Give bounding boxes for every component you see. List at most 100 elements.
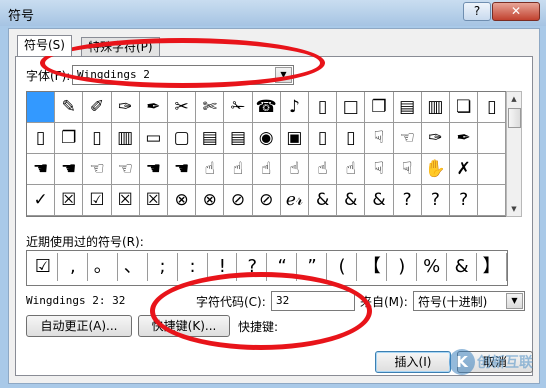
- scroll-down-icon[interactable]: ▼: [507, 202, 521, 216]
- symbol-cell[interactable]: ?: [421, 185, 450, 216]
- recent-symbol[interactable]: 【: [358, 253, 387, 281]
- symbol-cell[interactable]: ℯ𝓇: [280, 185, 309, 216]
- symbol-cell[interactable]: ☝: [337, 154, 366, 185]
- symbol-cell[interactable]: ☝: [309, 154, 338, 185]
- symbol-cell[interactable]: ☝: [252, 154, 281, 185]
- title-bar: 符号 ? ✕: [0, 0, 546, 26]
- symbol-cell[interactable]: ?: [393, 185, 422, 216]
- symbol-cell[interactable]: ▯: [309, 123, 338, 154]
- scroll-thumb[interactable]: [508, 108, 521, 128]
- recent-symbol[interactable]: &: [448, 253, 477, 281]
- symbol-cell[interactable]: ?: [450, 185, 479, 216]
- symbol-cell[interactable]: [478, 123, 507, 154]
- close-button[interactable]: ✕: [492, 2, 540, 21]
- symbol-cell[interactable]: ✗: [450, 154, 479, 185]
- annotation-ellipse-font: [40, 38, 325, 88]
- symbol-cell[interactable]: ❐: [55, 123, 84, 154]
- symbol-cell[interactable]: ❐: [365, 92, 394, 123]
- symbol-cell[interactable]: ☚: [139, 154, 168, 185]
- symbol-grid: ✎ ✐ ✑ ✒ ✂ ✄ ✁ ☎ ♪ ▯ □ ❐ ▤ ▥ ❏ ▯ ▯ ❐ ▯ ▥ ▭ ▢ ▤ ▤ ◉ ▣ ▯ ▯ ☟ ☜ ✑ ✒ ☚ ☚ ☜ ☜ ☚ ☚ ☝ ☝…: [26, 91, 508, 217]
- symbol-cell[interactable]: ✑: [421, 123, 450, 154]
- symbol-cell[interactable]: ☚: [27, 154, 56, 185]
- symbol-cell[interactable]: ☑: [83, 185, 112, 216]
- window-title: 符号: [8, 9, 35, 24]
- symbol-cell[interactable]: ⊘: [224, 185, 253, 216]
- symbol-cell[interactable]: ☜: [83, 154, 112, 185]
- watermark-logo: K 创新互联: [449, 345, 545, 381]
- symbol-cell[interactable]: ☝: [280, 154, 309, 185]
- recent-symbol[interactable]: 、: [119, 253, 148, 281]
- symbol-cell[interactable]: ♪: [280, 92, 309, 123]
- symbol-cell[interactable]: ✐: [83, 92, 112, 123]
- symbol-cell[interactable]: ▢: [168, 123, 197, 154]
- symbol-cell[interactable]: ☟: [365, 123, 394, 154]
- symbol-cell[interactable]: ✒: [450, 123, 479, 154]
- from-select[interactable]: 符号(十进制) ▼: [413, 291, 525, 311]
- symbol-cell[interactable]: ▯: [83, 123, 112, 154]
- from-select-value: 符号(十进制): [418, 295, 488, 309]
- symbol-dialog: 符号 ? ✕ 符号(S) 特殊字符(P) 字体(F): Wingdings 2 …: [0, 0, 546, 388]
- recent-symbol[interactable]: %: [418, 253, 447, 281]
- recent-symbol[interactable]: ): [388, 253, 417, 281]
- recent-symbol[interactable]: 】: [478, 253, 507, 281]
- symbol-cell[interactable]: ❏: [450, 92, 479, 123]
- character-name: Wingdings 2: 32: [26, 294, 126, 307]
- symbol-cell[interactable]: ✑: [111, 92, 140, 123]
- symbol-cell[interactable]: ☚: [168, 154, 197, 185]
- symbol-cell[interactable]: ⊗: [168, 185, 197, 216]
- symbol-cell[interactable]: ◉: [252, 123, 281, 154]
- symbol-cell[interactable]: [478, 154, 507, 185]
- symbol-cell[interactable]: ✎: [55, 92, 84, 123]
- recent-symbol[interactable]: 。: [89, 253, 118, 281]
- symbol-cell[interactable]: &: [337, 185, 366, 216]
- recent-symbol[interactable]: ;: [149, 253, 178, 281]
- symbol-cell[interactable]: ▭: [139, 123, 168, 154]
- symbol-cell[interactable]: ✋: [421, 154, 450, 185]
- symbol-cell[interactable]: &: [309, 185, 338, 216]
- symbol-cell[interactable]: ☜: [111, 154, 140, 185]
- symbol-cell[interactable]: [27, 92, 56, 123]
- symbol-cell[interactable]: ☜: [393, 123, 422, 154]
- symbol-cell[interactable]: ▯: [27, 123, 56, 154]
- watermark-text: 创新互联: [477, 355, 533, 371]
- symbol-cell[interactable]: ▥: [421, 92, 450, 123]
- symbol-cell[interactable]: ▯: [337, 123, 366, 154]
- symbol-cell[interactable]: ▥: [111, 123, 140, 154]
- symbol-cell[interactable]: ▯: [309, 92, 338, 123]
- recent-symbol[interactable]: ,: [59, 253, 88, 281]
- autocorrect-button[interactable]: 自动更正(A)...: [26, 315, 132, 337]
- symbol-cell[interactable]: ✂: [168, 92, 197, 123]
- recent-symbol[interactable]: ☑: [29, 253, 58, 281]
- symbol-cell[interactable]: ▤: [393, 92, 422, 123]
- symbol-cell[interactable]: ✒: [139, 92, 168, 123]
- symbol-cell[interactable]: &: [365, 185, 394, 216]
- scroll-up-icon[interactable]: ▲: [507, 92, 521, 106]
- chevron-down-icon[interactable]: ▼: [506, 293, 523, 309]
- symbol-cell[interactable]: ▯: [478, 92, 507, 123]
- symbol-cell[interactable]: ☒: [55, 185, 84, 216]
- symbol-cell[interactable]: ☒: [139, 185, 168, 216]
- help-button[interactable]: ?: [463, 2, 491, 21]
- symbol-cell[interactable]: ☎: [252, 92, 281, 123]
- symbol-grid-scrollbar[interactable]: ▲ ▼: [506, 91, 522, 217]
- symbol-cell[interactable]: ▤: [224, 123, 253, 154]
- symbol-cell[interactable]: [478, 185, 507, 216]
- symbol-cell[interactable]: ⊗: [196, 185, 225, 216]
- recent-symbols-label: 近期使用过的符号(R):: [26, 235, 144, 249]
- insert-button[interactable]: 插入(I): [375, 351, 451, 373]
- symbol-cell[interactable]: ✄: [196, 92, 225, 123]
- recent-symbol[interactable]: (: [328, 253, 357, 281]
- symbol-cell[interactable]: ⊘: [252, 185, 281, 216]
- symbol-cell[interactable]: ▣: [280, 123, 309, 154]
- symbol-cell[interactable]: ✁: [224, 92, 253, 123]
- symbol-cell[interactable]: ▤: [196, 123, 225, 154]
- symbol-cell[interactable]: ✓: [27, 185, 56, 216]
- symbol-cell[interactable]: □: [337, 92, 366, 123]
- symbol-cell[interactable]: ☒: [111, 185, 140, 216]
- symbol-cell[interactable]: ☝: [196, 154, 225, 185]
- symbol-cell[interactable]: ☚: [55, 154, 84, 185]
- symbol-cell[interactable]: ☟: [365, 154, 394, 185]
- symbol-cell[interactable]: ☝: [224, 154, 253, 185]
- tab-symbols[interactable]: 符号(S): [17, 35, 72, 56]
- symbol-cell[interactable]: ☟: [393, 154, 422, 185]
